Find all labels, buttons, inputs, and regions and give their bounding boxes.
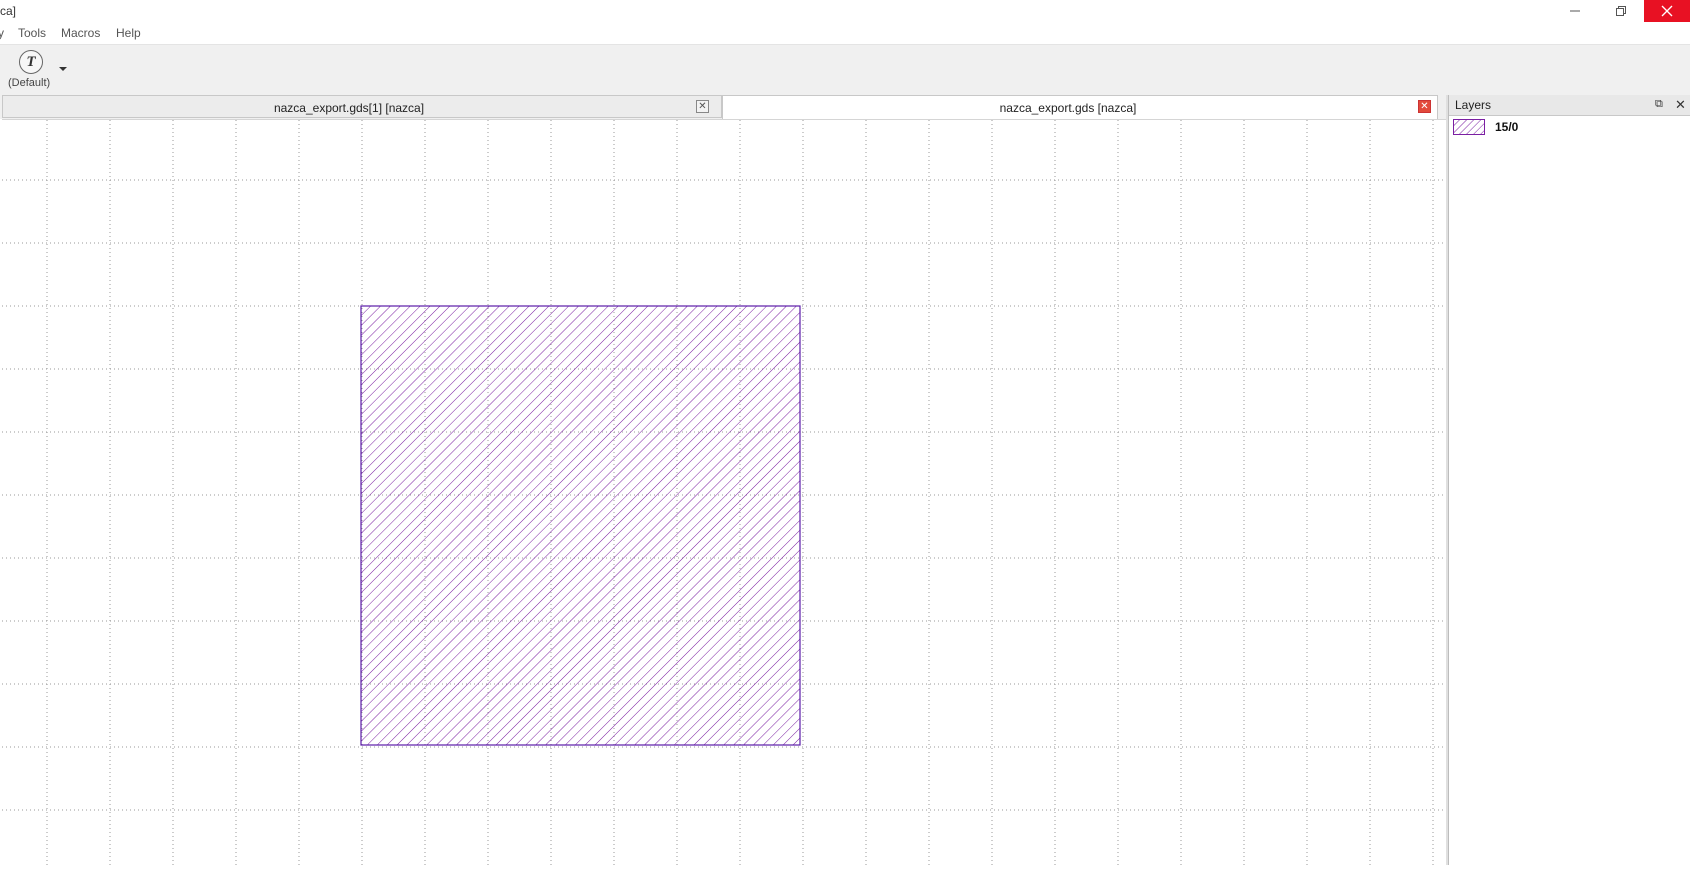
close-icon[interactable]: ✕: [1675, 97, 1686, 113]
tab-nazca-export-1[interactable]: nazca_export.gds[1] [nazca] ✕: [2, 95, 722, 118]
close-window-button[interactable]: [1644, 0, 1690, 22]
minimize-button[interactable]: [1552, 0, 1598, 22]
chevron-down-icon[interactable]: [59, 67, 67, 71]
menu-item-tools[interactable]: Tools: [18, 26, 46, 40]
menu-bar: y Tools Macros Help: [0, 22, 1690, 44]
title-bar: ca]: [0, 0, 1690, 22]
text-tool-icon[interactable]: T: [19, 50, 43, 74]
layer-15-0-rectangle[interactable]: [360, 305, 801, 746]
restore-icon: [1616, 6, 1626, 16]
close-icon: ✕: [698, 100, 707, 112]
tab-label: nazca_export.gds [nazca]: [999, 101, 1137, 115]
layer-swatch-icon: [1453, 119, 1485, 135]
tab-label: nazca_export.gds[1] [nazca]: [273, 101, 425, 115]
layers-panel: Layers ⧉ ✕ 15/0: [1448, 95, 1690, 865]
close-tab-button[interactable]: ✕: [1418, 100, 1431, 113]
tool-label[interactable]: (Default): [8, 77, 50, 89]
layer-item[interactable]: 15/0: [1453, 119, 1683, 135]
layout-canvas[interactable]: [2, 119, 1446, 866]
layer-name: 15/0: [1495, 120, 1519, 134]
undock-icon[interactable]: ⧉: [1655, 98, 1663, 111]
toolbar: T (Default): [0, 44, 1690, 95]
layers-panel-header: Layers ⧉ ✕: [1449, 95, 1690, 116]
minimize-icon: [1570, 10, 1580, 12]
layout-view: [2, 120, 1446, 866]
layers-panel-title: Layers: [1455, 98, 1492, 112]
close-icon: [1661, 5, 1673, 17]
menu-item-help[interactable]: Help: [116, 26, 141, 40]
close-tab-button[interactable]: ✕: [696, 100, 709, 113]
tab-bar: nazca_export.gds[1] [nazca] ✕ nazca_expo…: [0, 95, 1446, 119]
window-title: ca]: [0, 4, 17, 18]
restore-button[interactable]: [1598, 0, 1644, 22]
menu-item-macros[interactable]: Macros: [61, 26, 100, 40]
menu-item-clipped[interactable]: y: [0, 26, 4, 40]
close-icon: ✕: [1420, 100, 1429, 112]
tab-nazca-export[interactable]: nazca_export.gds [nazca] ✕: [722, 95, 1438, 119]
